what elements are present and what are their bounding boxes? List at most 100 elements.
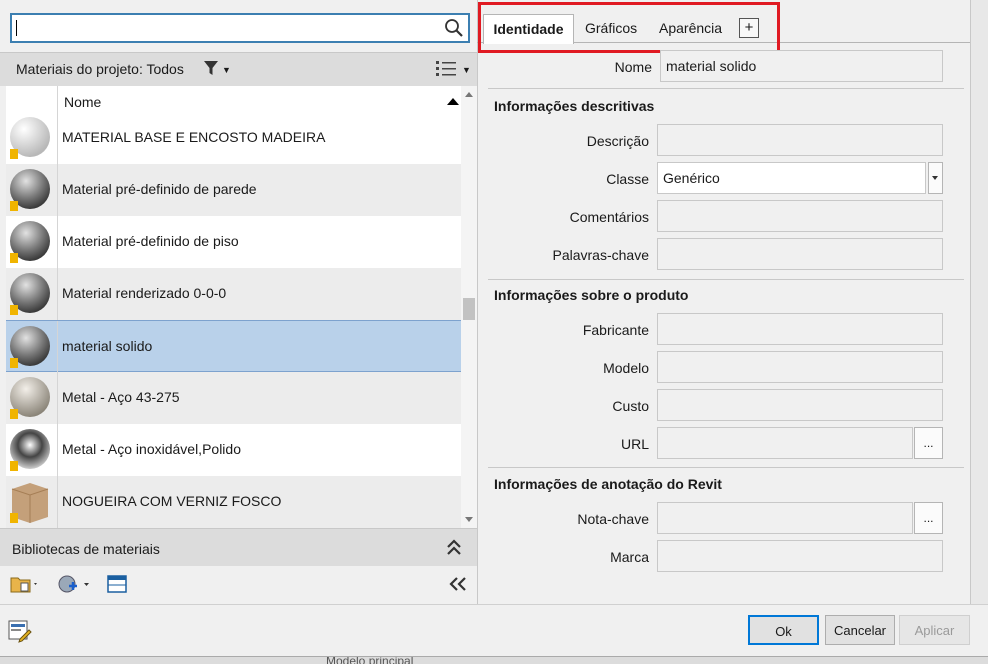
search-icon[interactable]: [444, 18, 464, 38]
keynote-field[interactable]: [657, 502, 913, 534]
material-type-badge-icon: [10, 201, 18, 211]
material-name: material solido: [62, 338, 153, 354]
list-view-icon[interactable]: [436, 60, 458, 78]
comments-field[interactable]: [657, 200, 943, 232]
keywords-label: Palavras-chave: [552, 247, 650, 263]
material-name: MATERIAL BASE E ENCOSTO MADEIRA: [62, 129, 326, 145]
material-thumbnail: [6, 321, 58, 373]
panel-toggle-icon[interactable]: [107, 574, 127, 594]
material-name: Material renderizado 0-0-0: [62, 285, 227, 301]
materials-list: Nome MATERIAL BASE E ENCOSTO MADEIRA Mate…: [6, 86, 461, 528]
divider: [488, 467, 964, 468]
class-label: Classe: [606, 171, 649, 187]
open-library-icon[interactable]: [10, 574, 40, 594]
cost-label: Custo: [612, 398, 649, 414]
expand-up-icon[interactable]: [446, 538, 462, 556]
scroll-down-icon[interactable]: [465, 517, 473, 522]
list-item[interactable]: Material pré-definido de parede: [6, 164, 461, 216]
material-name: Material pré-definido de piso: [62, 233, 239, 249]
material-type-badge-icon: [10, 358, 18, 368]
create-library-icon[interactable]: [56, 574, 94, 594]
list-scrollbar[interactable]: [461, 86, 477, 528]
material-thumbnail: [6, 112, 58, 164]
material-thumbnail: [6, 424, 58, 476]
apply-button[interactable]: Aplicar: [899, 615, 970, 645]
column-header[interactable]: Nome: [6, 86, 461, 112]
cancel-button[interactable]: Cancelar: [825, 615, 895, 645]
url-label: URL: [620, 436, 649, 452]
text-caret: [16, 20, 17, 36]
background-app-strip: Modelo principal: [0, 656, 988, 664]
model-field[interactable]: [657, 351, 943, 383]
divider: [488, 279, 964, 280]
keynote-browse-button[interactable]: ...: [914, 502, 943, 534]
material-libraries-label: Bibliotecas de materiais: [12, 541, 160, 557]
keywords-field[interactable]: [657, 238, 943, 270]
background-model-label: Modelo principal: [326, 656, 414, 664]
material-type-badge-icon: [10, 253, 18, 263]
material-type-badge-icon: [10, 149, 18, 159]
class-dropdown-button[interactable]: [928, 162, 943, 194]
search-input[interactable]: [10, 13, 470, 43]
filter-icon[interactable]: [204, 60, 218, 76]
mark-field[interactable]: [657, 540, 943, 572]
material-thumbnail: [6, 372, 58, 424]
list-item[interactable]: Metal - Aço inoxidável,Polido: [6, 424, 461, 476]
product-section-title: Informações sobre o produto: [494, 287, 689, 303]
list-item[interactable]: Material renderizado 0-0-0: [6, 268, 461, 320]
revit-section-title: Informações de anotação do Revit: [494, 476, 722, 492]
chevron-down-icon: [932, 176, 938, 180]
material-name: Material pré-definido de parede: [62, 181, 257, 197]
description-field[interactable]: [657, 124, 943, 156]
project-materials-label: Materiais do projeto: Todos: [16, 61, 184, 77]
name-label: Nome: [614, 59, 652, 75]
list-item[interactable]: material solido: [6, 320, 461, 373]
list-item[interactable]: Material pré-definido de piso: [6, 216, 461, 268]
list-item[interactable]: MATERIAL BASE E ENCOSTO MADEIRA: [6, 112, 461, 164]
cost-field[interactable]: [657, 389, 943, 421]
material-type-badge-icon: [10, 513, 18, 523]
window-edge: [970, 0, 988, 604]
mark-label: Marca: [610, 549, 649, 565]
column-name-label: Nome: [64, 94, 102, 110]
url-browse-button[interactable]: ...: [914, 427, 943, 459]
project-materials-header: Materiais do projeto: Todos ▼ ▼: [0, 52, 477, 86]
name-value: material solido: [666, 58, 757, 74]
chevron-down-icon[interactable]: ▼: [462, 65, 471, 75]
material-type-badge-icon: [10, 461, 18, 471]
sort-ascending-icon: [447, 98, 459, 105]
scroll-up-icon[interactable]: [465, 92, 473, 97]
divider: [488, 88, 964, 89]
comments-label: Comentários: [569, 209, 649, 225]
model-label: Modelo: [603, 360, 649, 376]
class-select[interactable]: Genérico: [657, 162, 926, 194]
list-item[interactable]: Metal - Aço 43-275: [6, 372, 461, 424]
keynote-label: Nota-chave: [577, 511, 649, 527]
library-toolbar: [0, 566, 477, 604]
material-thumbnail: [6, 164, 58, 216]
material-name: Metal - Aço inoxidável,Polido: [62, 441, 241, 457]
material-name: NOGUEIRA COM VERNIZ FOSCO: [62, 493, 282, 509]
material-thumbnail: [6, 476, 58, 528]
dialog-footer: Ok Cancelar Aplicar: [0, 604, 988, 656]
material-type-badge-icon: [10, 409, 18, 419]
collapse-left-icon[interactable]: [448, 576, 468, 592]
thumbnail-column: [6, 86, 58, 112]
chevron-down-icon[interactable]: ▼: [222, 65, 231, 75]
list-item[interactable]: NOGUEIRA COM VERNIZ FOSCO: [6, 476, 461, 528]
description-label: Descrição: [586, 133, 649, 149]
material-thumbnail: [6, 216, 58, 268]
material-name: Metal - Aço 43-275: [62, 389, 180, 405]
manufacturer-field[interactable]: [657, 313, 943, 345]
descriptive-section-title: Informações descritivas: [494, 98, 655, 114]
material-type-badge-icon: [10, 305, 18, 315]
material-libraries-header[interactable]: Bibliotecas de materiais: [0, 528, 477, 566]
url-field[interactable]: [657, 427, 913, 459]
scroll-thumb[interactable]: [463, 298, 475, 320]
name-field[interactable]: material solido: [660, 50, 943, 82]
ok-button[interactable]: Ok: [748, 615, 819, 645]
class-value: Genérico: [663, 170, 720, 186]
tabs-highlight-box: [478, 2, 780, 53]
material-thumbnail: [6, 268, 58, 320]
edit-material-icon[interactable]: [8, 619, 32, 643]
